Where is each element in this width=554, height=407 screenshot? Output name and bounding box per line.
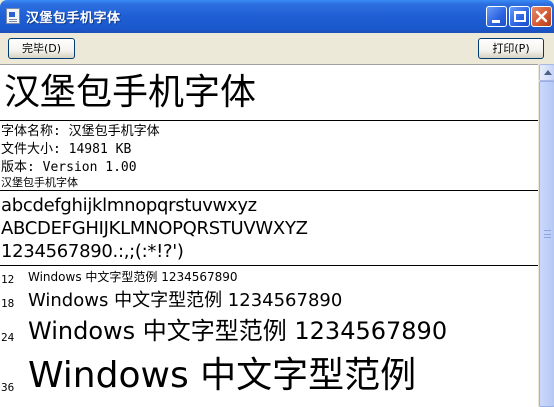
version-line: 版本: Version 1.00 — [1, 160, 137, 175]
divider — [0, 190, 538, 191]
grip-icon — [544, 230, 551, 238]
print-button[interactable]: 打印(P) — [478, 38, 544, 59]
file-size-line: 文件大小: 14981 KB — [1, 142, 132, 157]
size-label: 24 — [1, 331, 15, 344]
size-sample-row: 12 Windows 中文字型范例 1234567890 — [0, 270, 538, 286]
divider — [0, 120, 538, 121]
maximize-icon — [514, 11, 526, 22]
font-name-line: 字体名称: 汉堡包手机字体 — [1, 124, 160, 139]
size-label: 36 — [1, 381, 15, 394]
font-preview-pane: 汉堡包手机字体 字体名称: 汉堡包手机字体 文件大小: 14981 KB 版本:… — [0, 64, 538, 407]
toolbar: 完毕(D) 打印(P) — [0, 33, 554, 64]
size-label: 12 — [1, 273, 15, 286]
divider — [0, 265, 538, 266]
copyright-line: 汉堡包手机字体 — [1, 176, 78, 189]
vertical-scrollbar[interactable] — [538, 64, 554, 407]
scroll-thumb[interactable] — [539, 81, 554, 407]
size-sample-row: 36 Windows 中文字型范例 — [0, 353, 538, 403]
minimize-button[interactable] — [486, 6, 507, 27]
close-button[interactable] — [531, 6, 552, 27]
size-sample-text: Windows 中文字型范例 1234567890 — [28, 317, 448, 345]
lowercase-sample: abcdefghijklmnopqrstuvwxyz — [1, 195, 257, 216]
size-sample-row: 24 Windows 中文字型范例 1234567890 — [0, 315, 538, 351]
chevron-up-icon — [544, 70, 552, 75]
maximize-button[interactable] — [509, 6, 530, 27]
size-sample-text: Windows 中文字型范例 1234567890 — [28, 290, 343, 311]
title-bar[interactable]: 汉堡包手机字体 — [0, 0, 554, 33]
scroll-up-button[interactable] — [539, 64, 554, 81]
window-title: 汉堡包手机字体 — [26, 11, 121, 26]
font-display-name: 汉堡包手机字体 — [4, 72, 257, 113]
minimize-icon — [492, 20, 500, 23]
font-file-icon — [6, 8, 20, 24]
digits-sample: 1234567890.:,;(:*!?') — [1, 241, 184, 262]
size-sample-text: Windows 中文字型范例 1234567890 — [28, 270, 238, 284]
size-sample-row: 18 Windows 中文字型范例 1234567890 — [0, 289, 538, 315]
size-sample-text: Windows 中文字型范例 — [28, 355, 417, 396]
uppercase-sample: ABCDEFGHIJKLMNOPQRSTUVWXYZ — [1, 218, 308, 239]
close-icon — [535, 10, 548, 23]
done-button[interactable]: 完毕(D) — [8, 38, 75, 59]
size-label: 18 — [1, 297, 15, 310]
